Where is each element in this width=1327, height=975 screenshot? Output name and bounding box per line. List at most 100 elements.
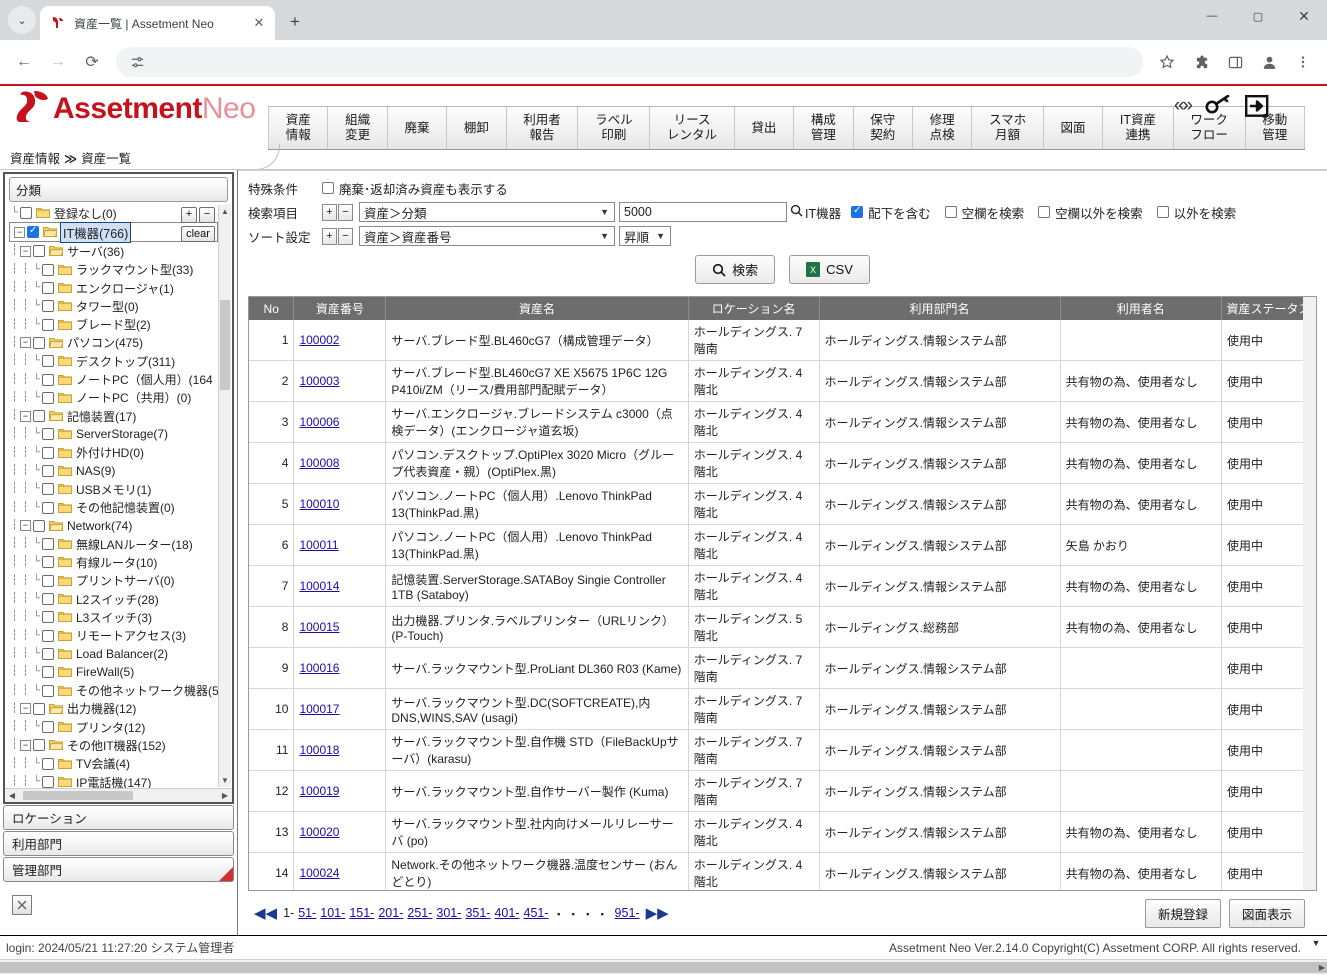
tree-node[interactable]: ┆┆└ServerStorage(7) [9, 425, 218, 443]
scrollbar-thumb[interactable] [220, 300, 230, 390]
scroll-up-icon[interactable]: ▲ [219, 205, 231, 218]
nav-tab-13[interactable]: 図面 [1044, 107, 1103, 149]
asset-number-link[interactable]: 100014 [299, 579, 339, 593]
cell-asset-number[interactable]: 100019 [294, 771, 386, 812]
search-button[interactable]: 検索 [695, 255, 775, 284]
first-page-icon[interactable]: ◀◀ [254, 904, 277, 922]
tree-node[interactable]: ┆┆└FireWall(5) [9, 663, 218, 681]
tree-node[interactable]: ┆┆└無線LANルーター(18) [9, 535, 218, 553]
table-row[interactable]: 14100024Network.その他ネットワーク機器.温度センサー (おんどと… [249, 853, 1316, 892]
tree-collapse-all-button[interactable]: − [199, 207, 215, 223]
tree-checkbox[interactable] [42, 776, 54, 788]
asset-number-link[interactable]: 100015 [299, 620, 339, 634]
tree-checkbox[interactable] [42, 264, 54, 276]
cell-asset-number[interactable]: 100020 [294, 812, 386, 853]
tree-checkbox[interactable] [42, 685, 54, 697]
tree-node[interactable]: ┆┆└プリンタ(12) [9, 718, 218, 736]
nav-tab-7[interactable]: リースレンタル [650, 107, 734, 149]
tree-checkbox[interactable] [33, 337, 45, 349]
tree-node[interactable]: ┆−Network(74) [9, 517, 218, 535]
tree-checkbox[interactable] [42, 593, 54, 605]
tree-node[interactable]: ┆┆└Load Balancer(2) [9, 645, 218, 663]
tree-node[interactable]: ┆−パソコン(475) [9, 334, 218, 352]
page-link[interactable]: 151- [349, 906, 374, 920]
asset-table-container[interactable]: No資産番号資産名ロケーション名利用部門名利用者名資産ステータス 1100002… [248, 296, 1317, 891]
table-row[interactable]: 9100016サーバ.ラックマウント型.ProLiant DL360 R03 (… [249, 648, 1316, 689]
site-settings-icon[interactable] [128, 53, 146, 71]
search-picker-icon[interactable] [787, 204, 805, 220]
tree-expander-icon[interactable]: − [20, 411, 31, 422]
cell-asset-number[interactable]: 100014 [294, 566, 386, 607]
asset-number-link[interactable]: 100003 [299, 374, 339, 388]
add-search-item-button[interactable]: + [322, 204, 337, 221]
sort-field-select[interactable]: 資産＞資産番号 ▼ [359, 226, 615, 246]
csv-button[interactable]: X CSV [789, 255, 870, 284]
key-icon[interactable] [1205, 95, 1231, 117]
table-column-header[interactable]: 利用部門名 [819, 297, 1060, 320]
page-h-scrollbar-thumb[interactable] [0, 962, 1327, 973]
scroll-down-icon[interactable]: ▼ [1307, 938, 1325, 948]
include-children-checkbox[interactable] [851, 206, 863, 218]
chrome-menu-icon[interactable] [1287, 46, 1319, 78]
table-row[interactable]: 7100014記憶装置.ServerStorage.SATABoy Singie… [249, 566, 1316, 607]
new-registration-button[interactable]: 新規登録 [1145, 899, 1221, 928]
tree-node[interactable]: ┆┆└ブレード型(2) [9, 315, 218, 333]
tree-checkbox[interactable] [42, 648, 54, 660]
cell-asset-number[interactable]: 100015 [294, 607, 386, 648]
cell-asset-number[interactable]: 100008 [294, 443, 386, 484]
tree-checkbox[interactable] [42, 392, 54, 404]
tree-expander-icon[interactable]: − [20, 703, 31, 714]
table-vertical-scrollbar[interactable] [1303, 297, 1316, 890]
page-link-last[interactable]: 951- [615, 906, 640, 920]
page-horizontal-scrollbar[interactable]: ▶ [0, 959, 1327, 975]
tree-checkbox[interactable] [42, 721, 54, 733]
tree-node[interactable]: ┆┆└ノートPC（個人用）(164 [9, 370, 218, 388]
table-row[interactable]: 4100008パソコン.デスクトップ.OptiPlex 3020 Micro（グ… [249, 443, 1316, 484]
scroll-right-icon[interactable]: ▶ [1319, 963, 1325, 972]
cell-asset-number[interactable]: 100024 [294, 853, 386, 892]
table-row[interactable]: 8100015出力機器.プリンタ.ラベルプリンター（URLリンク）(P-Touc… [249, 607, 1316, 648]
h-scrollbar-thumb[interactable] [23, 791, 133, 800]
table-column-header[interactable]: 資産番号 [294, 297, 386, 320]
minimize-icon[interactable]: — [1189, 0, 1235, 32]
nav-tab-3[interactable]: 廃棄 [388, 107, 447, 149]
nav-tab-8[interactable]: 貸出 [735, 107, 794, 149]
table-row[interactable]: 1100002サーバ.ブレード型.BL460cG7（構成管理データ）ホールディン… [249, 320, 1316, 361]
asset-number-link[interactable]: 100020 [299, 825, 339, 839]
tree-checkbox[interactable] [42, 483, 54, 495]
forward-icon[interactable]: → [42, 46, 74, 78]
cell-asset-number[interactable]: 100003 [294, 361, 386, 402]
tree-checkbox[interactable] [42, 611, 54, 623]
not-blank-search-checkbox[interactable] [1038, 206, 1050, 218]
address-bar[interactable] [116, 47, 1143, 77]
asset-number-link[interactable]: 100019 [299, 784, 339, 798]
scroll-down-icon[interactable]: ▼ [219, 774, 231, 787]
cell-asset-number[interactable]: 100016 [294, 648, 386, 689]
tree-node[interactable]: ┆┆└リモートアクセス(3) [9, 627, 218, 645]
tree-node[interactable]: ┆┆└有線ルータ(10) [9, 553, 218, 571]
close-icon[interactable]: ✕ [251, 15, 267, 31]
tree-horizontal-scrollbar[interactable]: ◀ ▶ [5, 788, 232, 802]
tree-vertical-scrollbar[interactable]: ▲ ▼ [218, 205, 231, 787]
page-link[interactable]: 201- [378, 906, 403, 920]
table-column-header[interactable]: No [249, 297, 294, 320]
asset-number-link[interactable]: 100011 [299, 538, 338, 552]
asset-number-link[interactable]: 100006 [299, 415, 339, 429]
tree-node[interactable]: ┆┆└その他ネットワーク機器(5) [9, 681, 218, 699]
back-icon[interactable]: ← [8, 46, 40, 78]
tree-checkbox[interactable] [42, 374, 54, 386]
cell-asset-number[interactable]: 100017 [294, 689, 386, 730]
tree-expander-icon[interactable]: − [20, 740, 31, 751]
tree-node[interactable]: ┆┆└プリントサーバ(0) [9, 572, 218, 590]
page-link[interactable]: 451- [524, 906, 549, 920]
table-column-header[interactable]: 資産ステータス [1221, 297, 1315, 320]
table-column-header[interactable]: 資産名 [386, 297, 688, 320]
sort-order-select[interactable]: 昇順 ▼ [619, 226, 671, 246]
table-row[interactable]: 6100011パソコン.ノートPC（個人用）.Lenovo ThinkPad 1… [249, 525, 1316, 566]
tree-node[interactable]: ┆┆└ラックマウント型(33) [9, 261, 218, 279]
cell-asset-number[interactable]: 100011 [294, 525, 386, 566]
scroll-right-icon[interactable]: ▶ [219, 791, 231, 800]
tree-expander-icon[interactable]: − [20, 337, 31, 348]
nav-tab-14[interactable]: IT資産連携 [1103, 107, 1173, 149]
add-sort-button[interactable]: + [322, 228, 337, 245]
